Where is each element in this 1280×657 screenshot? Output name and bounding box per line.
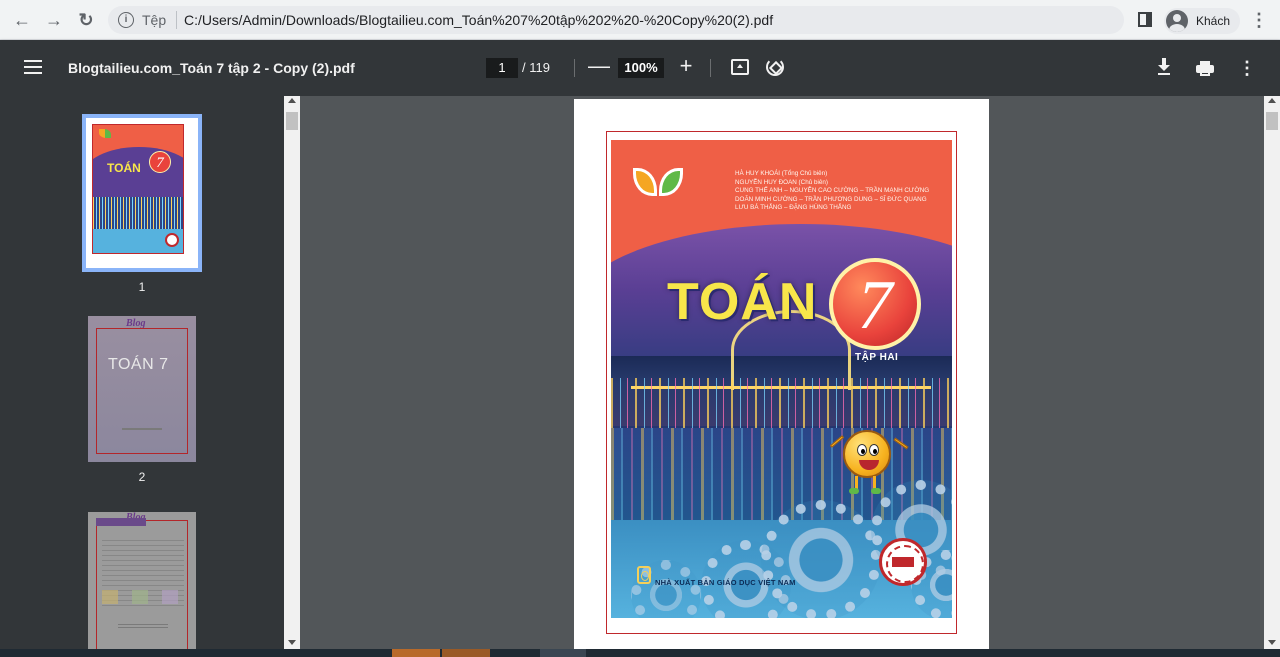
back-icon[interactable]: ← (10, 8, 34, 32)
leaf-logo-icon (99, 129, 111, 138)
thumbnail-page-1[interactable]: TOÁN 7 1 (82, 114, 202, 294)
thumbnail-image[interactable]: Blog (88, 512, 196, 649)
thumb-grade: 7 (149, 151, 171, 173)
page-total: / 119 (522, 60, 550, 75)
more-actions-icon[interactable]: ⋮ (1238, 58, 1256, 78)
profile-name: Khách (1196, 14, 1231, 28)
zoom-level-input[interactable]: 100% (618, 58, 664, 78)
thumb-title: TOÁN 7 (108, 356, 169, 373)
toolbar-divider (710, 59, 711, 77)
volume-label: TẬP HAI (855, 352, 899, 363)
publisher-name: NHÀ XUẤT BẢN GIÁO DỤC VIỆT NAM (655, 578, 796, 587)
avatar-icon (1166, 10, 1188, 32)
author-line: CUNG THẾ ANH – NGUYỄN CAO CƯỜNG – TRẦN M… (735, 187, 930, 195)
thumb-title: TOÁN (107, 161, 141, 175)
seal-icon (165, 233, 179, 247)
scroll-up-icon[interactable] (288, 98, 296, 103)
toolbar-divider (574, 59, 575, 77)
book-cover: HÀ HUY KHOÁI (Tổng Chủ biên) NGUYỄN HUY … (611, 140, 952, 618)
download-icon[interactable] (1156, 58, 1174, 78)
author-line: HÀ HUY KHOÁI (Tổng Chủ biên) (735, 170, 828, 177)
publisher-logo-icon (637, 566, 651, 584)
profile-button[interactable]: Khách (1164, 8, 1240, 34)
taskbar-app[interactable] (392, 649, 440, 657)
thumbnail-page-3[interactable]: Blog 3 (82, 512, 202, 649)
scrollbar-thumb[interactable] (1266, 112, 1278, 130)
print-icon[interactable] (1196, 61, 1214, 76)
gear-icon (761, 500, 881, 618)
thumbnail-sidebar: TOÁN 7 1 Blog TOÁN 7 2 Blog 3 (0, 96, 284, 649)
info-icon[interactable]: i (118, 12, 134, 28)
rotate-icon[interactable] (766, 58, 784, 76)
fit-page-icon[interactable] (731, 59, 749, 75)
pdf-toolbar: Blogtailieu.com_Toán 7 tập 2 - Copy (2).… (0, 40, 1280, 96)
sidebar-scrollbar[interactable] (284, 96, 300, 649)
page-border: HÀ HUY KHOÁI (Tổng Chủ biên) NGUYỄN HUY … (606, 131, 957, 634)
reload-icon[interactable]: ↻ (74, 8, 98, 32)
scheme-label: Tệp (142, 12, 167, 28)
author-line: NGUYỄN HUY ĐOAN (Chủ biên) (735, 178, 828, 186)
thumbnail-image[interactable]: TOÁN 7 (82, 114, 202, 272)
grade-badge: 7 (829, 258, 921, 350)
pdf-viewer[interactable]: HÀ HUY KHOÁI (Tổng Chủ biên) NGUYỄN HUY … (300, 96, 1264, 649)
mini-cover: TOÁN 7 (92, 124, 184, 254)
address-bar[interactable]: i Tệp C:/Users/Admin/Downloads/Blogtaili… (108, 6, 1124, 34)
seal-icon (879, 538, 927, 586)
cover-title: TOÁN (667, 273, 818, 331)
forward-icon[interactable]: → (42, 8, 66, 32)
omnibox-divider (176, 11, 177, 29)
author-list: HÀ HUY KHOÁI (Tổng Chủ biên) NGUYỄN HUY … (735, 170, 929, 213)
browser-toolbar: ← → ↻ i Tệp C:/Users/Admin/Downloads/Blo… (0, 0, 1280, 40)
viewer-scrollbar[interactable] (1264, 96, 1280, 649)
scroll-down-icon[interactable] (1268, 640, 1276, 645)
scroll-up-icon[interactable] (1268, 98, 1276, 103)
thumbnail-page-2[interactable]: Blog TOÁN 7 2 (82, 316, 202, 484)
side-panel-icon[interactable] (1138, 12, 1152, 27)
taskbar-app[interactable] (442, 649, 490, 657)
mascot-illustration (843, 430, 891, 478)
zoom-in-button[interactable]: + (676, 54, 696, 78)
page-number-input[interactable]: 1 (486, 58, 518, 78)
leaf-logo-icon (633, 168, 689, 208)
menu-icon[interactable] (24, 60, 42, 74)
taskbar (0, 649, 1280, 657)
taskbar-app[interactable] (540, 649, 586, 657)
url-text[interactable]: C:/Users/Admin/Downloads/Blogtailieu.com… (184, 12, 773, 28)
thumbnail-image[interactable]: Blog TOÁN 7 (88, 316, 196, 462)
pdf-page: HÀ HUY KHOÁI (Tổng Chủ biên) NGUYỄN HUY … (574, 99, 989, 649)
scrollbar-thumb[interactable] (286, 112, 298, 130)
zoom-out-button[interactable]: — (588, 54, 610, 78)
author-line: LƯU BÁ THẮNG – ĐẶNG HÙNG THẮNG (735, 204, 852, 212)
grade-number: 7 (857, 267, 893, 344)
thumbnail-label: 2 (138, 470, 146, 484)
browser-menu-icon[interactable]: ⋮ (1250, 10, 1268, 30)
scroll-down-icon[interactable] (288, 640, 296, 645)
thumbnail-label: 1 (138, 280, 146, 294)
document-title: Blogtailieu.com_Toán 7 tập 2 - Copy (2).… (68, 60, 355, 76)
